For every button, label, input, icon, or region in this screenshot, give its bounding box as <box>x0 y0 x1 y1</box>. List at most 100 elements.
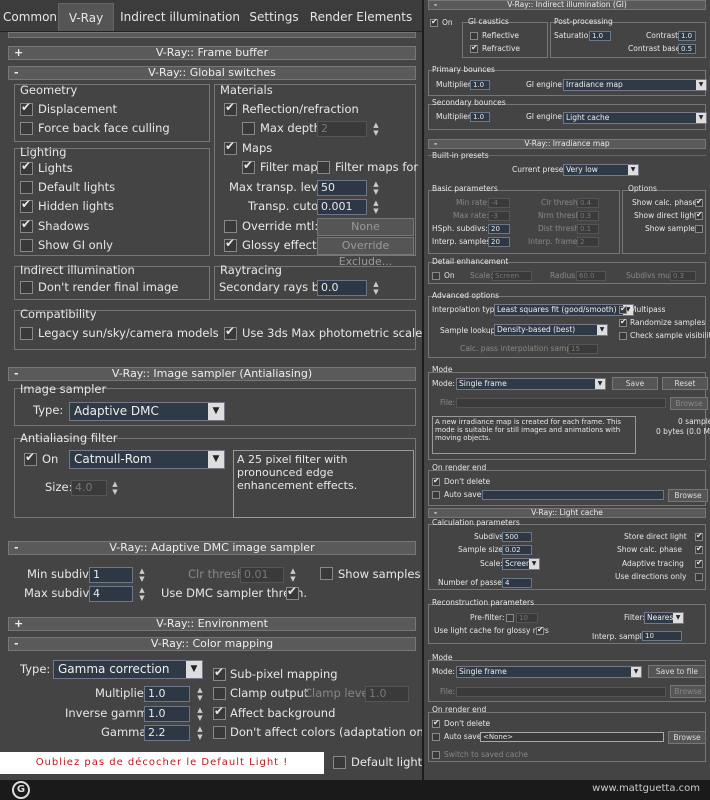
lc-browse2-button[interactable]: Browse <box>668 731 706 744</box>
irr-mode-dropdown[interactable]: Single frame ▼ <box>456 378 606 390</box>
rollout-light-cache[interactable]: - V-Ray:: Light cache <box>428 508 706 518</box>
cm-multiplier-spinner[interactable]: ▲ ▼ <box>195 686 205 702</box>
check-vis-checkbox[interactable] <box>619 332 627 340</box>
use-dmc-checkbox[interactable] <box>286 584 299 600</box>
affect-bg-checkbox[interactable] <box>213 704 226 720</box>
detail-scale-dropdown[interactable]: Screen <box>492 271 532 281</box>
lc-auto-save-input[interactable]: <None> <box>480 732 664 742</box>
rollout-adaptive-dmc[interactable]: - V-Ray:: Adaptive DMC image sampler <box>8 541 416 555</box>
secondary-bias-input[interactable]: 0.0 <box>317 280 367 296</box>
nrm-input[interactable]: 0.3 <box>577 211 599 221</box>
lights-checkbox[interactable] <box>20 159 33 175</box>
override-mtl-checkbox[interactable] <box>224 220 237 233</box>
cm-type-dropdown[interactable]: Gamma correction ▼ <box>53 660 203 679</box>
contrast-input[interactable]: 1.0 <box>678 31 696 41</box>
tab-render-elements[interactable]: Render Elements <box>302 3 420 31</box>
tab-settings[interactable]: Settings <box>246 3 302 31</box>
use-dirs-checkbox[interactable] <box>695 573 703 581</box>
transp-cutoff-spinner[interactable]: ▲ ▼ <box>371 199 381 215</box>
lc-subdivs-input[interactable]: 500 <box>502 532 532 542</box>
irr-browse-button[interactable]: Browse <box>670 397 708 410</box>
lc-dont-delete-checkbox[interactable] <box>432 718 440 728</box>
rollout-gi[interactable]: - V-Ray:: Indirect illumination (GI) <box>428 0 706 10</box>
max-depth-input[interactable]: 2 <box>317 121 367 137</box>
glossy-checkbox[interactable] <box>224 236 237 252</box>
min-subdivs-input[interactable]: 1 <box>89 567 133 583</box>
tab-vray[interactable]: V-Ray <box>58 3 114 31</box>
aa-filter-dropdown[interactable]: Catmull-Rom ▼ <box>69 450 225 469</box>
min-subdivs-spinner[interactable]: ▲ ▼ <box>137 567 147 583</box>
max-depth-spinner[interactable]: ▲ ▼ <box>371 121 381 137</box>
subdivs-mult-input[interactable]: 0.3 <box>670 271 696 281</box>
lc-scale-dropdown[interactable]: Screen ▼ <box>502 558 540 570</box>
use-lc-glossy-checkbox[interactable] <box>536 625 544 635</box>
cm-multiplier-input[interactable]: 1.0 <box>144 686 190 702</box>
clamp-level-input[interactable]: 1.0 <box>365 686 409 702</box>
primary-engine-dropdown[interactable]: Irradiance map ▼ <box>563 79 707 91</box>
secondary-multiplier-input[interactable]: 1.0 <box>470 112 490 122</box>
rollout-environment[interactable]: + V-Ray:: Environment <box>8 617 416 631</box>
frames-input[interactable]: 2 <box>577 237 599 247</box>
shadows-checkbox[interactable] <box>20 217 33 233</box>
lc-browse-button[interactable]: Browse <box>670 685 706 698</box>
sampler-type-dropdown[interactable]: Adaptive DMC ▼ <box>69 402 225 421</box>
gi-on-checkbox[interactable] <box>430 17 438 27</box>
photometric-checkbox[interactable] <box>224 324 237 340</box>
maps-checkbox[interactable] <box>224 139 237 155</box>
max-depth-checkbox[interactable] <box>242 122 255 135</box>
randomize-checkbox[interactable] <box>619 317 627 327</box>
lc-mode-dropdown[interactable]: Single frame ▼ <box>456 666 642 678</box>
interp-samples-input[interactable]: 20 <box>488 237 510 247</box>
max-transp-input[interactable]: 50 <box>317 180 367 196</box>
show-samples-irr-checkbox[interactable] <box>695 225 703 233</box>
clamp-output-checkbox[interactable] <box>213 687 226 700</box>
irr-file-input[interactable] <box>456 398 666 408</box>
show-direct-checkbox[interactable] <box>695 210 703 220</box>
reflection-checkbox[interactable] <box>224 100 237 116</box>
rollout-about[interactable] <box>8 32 416 38</box>
contrast-base-input[interactable]: 0.5 <box>678 44 696 54</box>
max-subdivs-input[interactable]: 4 <box>89 586 133 602</box>
clr-input[interactable]: 0.4 <box>577 198 599 208</box>
lc-show-calc-checkbox[interactable] <box>695 544 703 554</box>
lc-interp-samples-input[interactable]: 10 <box>642 631 682 641</box>
dont-affect-checkbox[interactable] <box>213 726 226 739</box>
secondary-engine-dropdown[interactable]: Light cache ▼ <box>563 112 707 124</box>
irr-save-button[interactable]: Save <box>612 377 658 390</box>
irr-auto-save-input[interactable] <box>482 490 664 500</box>
show-samples-checkbox[interactable] <box>320 567 333 580</box>
irr-reset-button[interactable]: Reset <box>662 377 708 390</box>
prefilter-input[interactable]: 10 <box>516 613 538 623</box>
max-transp-spinner[interactable]: ▲ ▼ <box>371 180 381 196</box>
irr-browse2-button[interactable]: Browse <box>668 489 708 502</box>
calc-pass-input[interactable]: 15 <box>568 344 598 354</box>
irr-auto-save-checkbox[interactable] <box>432 491 440 499</box>
show-gi-checkbox[interactable] <box>20 239 33 252</box>
adaptive-checkbox[interactable] <box>695 558 703 568</box>
lc-auto-save-checkbox[interactable] <box>432 733 440 741</box>
override-mtl-button[interactable]: None <box>317 218 414 236</box>
multipass-checkbox[interactable] <box>619 304 627 314</box>
default-lights-checkbox[interactable] <box>20 181 33 194</box>
min-rate-input[interactable]: -4 <box>488 198 510 208</box>
secondary-bias-spinner[interactable]: ▲ ▼ <box>371 280 381 296</box>
gamma-spinner[interactable]: ▲ ▼ <box>195 725 205 741</box>
max-subdivs-spinner[interactable]: ▲ ▼ <box>137 586 147 602</box>
aa-size-input[interactable]: 4.0 <box>71 480 107 496</box>
detail-on-checkbox[interactable] <box>432 272 440 280</box>
rollout-global-switches[interactable]: - V-Ray:: Global switches <box>8 66 416 80</box>
rollout-color-mapping[interactable]: - V-Ray:: Color mapping <box>8 637 416 651</box>
filter-maps-checkbox[interactable] <box>242 158 255 174</box>
lc-passes-input[interactable]: 4 <box>502 578 532 588</box>
default-lights-cm-checkbox[interactable] <box>333 756 346 769</box>
radius-input[interactable]: 60.0 <box>576 271 606 281</box>
force-back-checkbox[interactable] <box>20 122 33 135</box>
displacement-checkbox[interactable] <box>20 100 33 116</box>
override-exclude-button[interactable]: Override Exclude... <box>317 237 414 268</box>
transp-cutoff-input[interactable]: 0.001 <box>317 199 367 215</box>
dont-render-checkbox[interactable] <box>20 281 33 294</box>
rollout-frame-buffer[interactable]: + V-Ray:: Frame buffer <box>8 46 416 60</box>
max-rate-input[interactable]: -3 <box>488 211 510 221</box>
clr-thresh-input[interactable]: 0.01 <box>240 567 284 583</box>
aa-size-spinner[interactable]: ▲ ▼ <box>110 480 120 496</box>
